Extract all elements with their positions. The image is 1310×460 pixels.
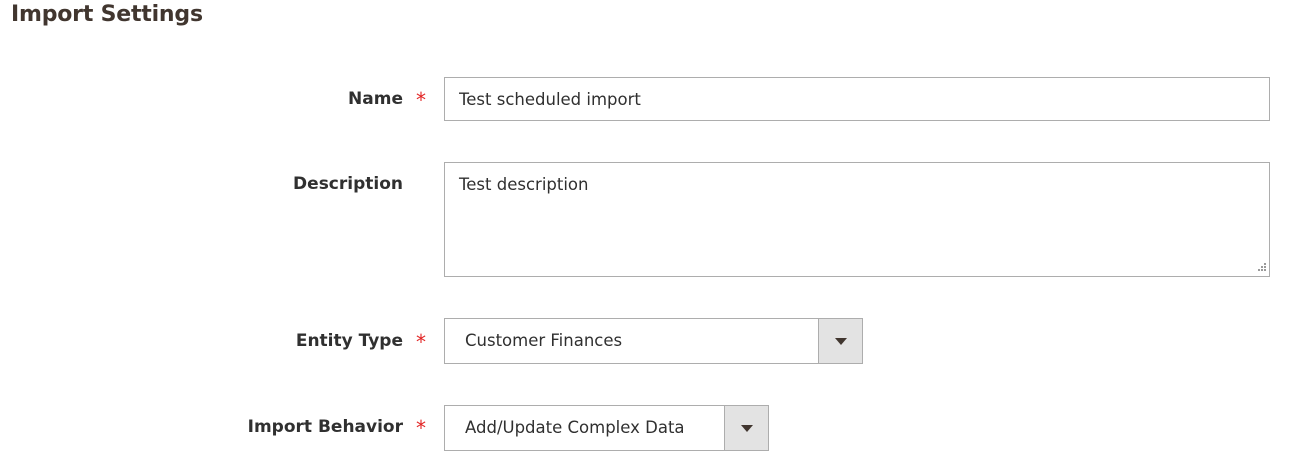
import-settings-page: Import Settings Name * Description Test … (0, 0, 1310, 460)
entity-type-required-mark: * (416, 330, 426, 354)
import-behavior-required-mark: * (416, 416, 426, 440)
description-label: Description (293, 174, 403, 194)
section-title: Import Settings (11, 2, 203, 27)
chevron-down-icon (835, 338, 847, 345)
entity-type-dropdown-button[interactable] (818, 319, 862, 363)
import-behavior-dropdown-button[interactable] (724, 406, 768, 450)
entity-type-select[interactable]: Customer Finances (444, 318, 863, 364)
resize-handle-icon[interactable] (1256, 263, 1266, 273)
name-label: Name (348, 89, 403, 109)
import-behavior-label: Import Behavior (247, 417, 403, 437)
name-required-mark: * (416, 88, 426, 112)
entity-type-label: Entity Type (295, 331, 403, 351)
chevron-down-icon (741, 425, 753, 432)
description-textarea[interactable]: Test description (444, 162, 1270, 277)
description-value: Test description (459, 175, 589, 194)
import-behavior-selected: Add/Update Complex Data (465, 418, 685, 437)
name-input[interactable] (444, 77, 1270, 121)
import-behavior-select[interactable]: Add/Update Complex Data (444, 405, 769, 451)
entity-type-selected: Customer Finances (465, 331, 623, 350)
